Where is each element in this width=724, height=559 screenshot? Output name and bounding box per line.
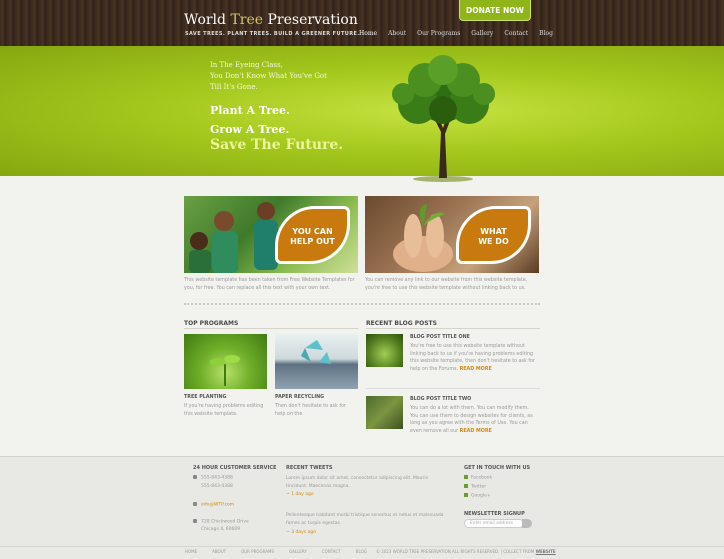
blog-rule [366,328,540,329]
programs-heading: TOP PROGRAMS [184,320,239,327]
badge-line: HELP OUT [290,237,335,246]
paper-recycling-image[interactable] [275,334,358,389]
badge-line: YOU CAN [292,227,333,236]
phone-number-2: 555-843-4388 [201,484,233,489]
google-plus-icon [464,493,468,497]
programs-rule [184,328,358,329]
feature-what-we-do-text: You can remove any link to our website f… [365,278,528,291]
social-link-facebook[interactable]: Facebook [464,475,492,481]
phone-icon [193,475,197,479]
hero-slogan-line: Plant A Tree. [210,104,290,117]
email-link[interactable]: info@WTP.com [201,503,234,508]
facebook-icon [464,475,468,479]
feature-what-we-do[interactable]: WHAT WE DO [365,196,539,273]
footer-nav: HOME ABOUT OUR PROGRAMS GALLERY CONTACT … [185,549,367,554]
tweet-text: Lorem ipsum dolor sit amet, consectetur … [286,476,428,489]
logo-word-tree: Tree [230,12,264,28]
tweet-date: ~ 1 day ago [286,492,314,497]
footer-nav-gallery[interactable]: GALLERY [289,549,307,554]
site-header: World Tree Preservation SAVE TREES. PLAN… [0,0,724,46]
copyright-label: © 2023 WORLD TREE PRESERVATION ALL RIGHT… [376,549,535,554]
nav-home[interactable]: Home [359,30,377,37]
tree-planting-image[interactable] [184,334,267,389]
location-icon [193,519,197,523]
social-label: Facebook [471,475,493,481]
hero-quote-line: In The Eyeing Class, [210,61,283,69]
nav-gallery[interactable]: Gallery [471,30,493,37]
newsletter-email-input[interactable]: Enter email address [464,519,524,528]
site-footer: 24 HOUR CUSTOMER SERVICE 555-843-4388 55… [0,456,724,559]
address-street: 728 Chickwood Drive [201,519,249,525]
social-label: Google+ [471,493,491,499]
get-in-touch-heading: GET IN TOUCH WITH US [464,465,531,471]
social-link-google[interactable]: Google+ [464,493,491,499]
recycle-icon [301,340,331,364]
hero-slogan: Plant A Tree. Grow A Tree. [210,101,290,139]
phone-line: 555-843-4388 [193,475,233,481]
newsletter-submit-button[interactable] [522,519,532,528]
mail-icon [193,502,197,506]
blog-post-excerpt: You're free to use this website template… [410,343,538,373]
hero-banner: In The Eyeing Class, You Don't Know What… [0,46,724,182]
program-text: If you're having problems editing this w… [184,404,264,417]
footer-nav-about[interactable]: ABOUT [212,549,226,554]
social-label: Twitter [471,484,487,490]
email-line: info@WTP.com [193,502,234,508]
program-text: Then don't hesitate to ask for help on t… [275,404,346,417]
social-link-twitter[interactable]: Twitter [464,484,486,490]
copyright-text: © 2023 WORLD TREE PRESERVATION ALL RIGHT… [376,549,556,554]
blog-separator [366,388,540,389]
nav-about[interactable]: About [388,30,406,37]
phone-number: 555-843-4388 [201,475,233,481]
program-title[interactable]: TREE PLANTING [184,395,227,400]
address-city: Chicago IL 60609 [201,527,241,532]
footer-nav-contact[interactable]: CONTACT [322,549,341,554]
nav-blog[interactable]: Blog [539,30,553,37]
site-logo[interactable]: World Tree Preservation [184,12,358,28]
footer-nav-home[interactable]: HOME [185,549,197,554]
donate-button[interactable]: DONATE NOW [459,0,531,21]
tweets-heading: RECENT TWEETS [286,465,333,471]
feature-help-out[interactable]: YOU CAN HELP OUT [184,196,358,273]
logo-word-world: World [184,12,231,28]
blog-heading: RECENT BLOG POSTS [366,320,437,327]
hero-quote-line: You Don't Know What You've Got [210,72,327,80]
blog-thumbnail[interactable] [366,396,403,429]
footer-nav-programs[interactable]: OUR PROGRAMS [241,549,274,554]
dotted-divider [184,303,540,305]
copyright-link[interactable]: WEBSITE [536,549,556,554]
program-title[interactable]: PAPER RECYCLING [275,395,324,400]
tweet-date: ~ 3 days ago [286,530,316,535]
sprout-graphic [210,355,240,386]
tweet-text: Pellentesque habitant morbi tristique se… [286,513,444,526]
tree-illustration [392,55,495,182]
read-more-link[interactable]: READ MORE [460,429,492,434]
feature-help-out-text: This website template has been taken fro… [184,278,355,291]
hero-quote: In The Eyeing Class, You Don't Know What… [210,60,327,93]
blog-post-title[interactable]: BLOG POST TITLE ONE [410,335,470,340]
read-more-link[interactable]: READ MORE [460,367,492,372]
hero-headline: Save The Future. [210,137,344,153]
twitter-icon [464,484,468,488]
footer-nav-blog[interactable]: BLOG [356,549,367,554]
hero-quote-line: Till It's Gone. [210,83,258,91]
blog-post-title[interactable]: BLOG POST TITLE TWO [410,397,471,402]
badge-line: WHAT [480,227,507,236]
blog-post-excerpt: You can do a lot with them. You can modi… [410,405,538,435]
nav-contact[interactable]: Contact [504,30,528,37]
customer-service-heading: 24 HOUR CUSTOMER SERVICE [193,465,277,471]
blog-thumbnail[interactable] [366,334,403,367]
newsletter-heading: NEWSLETTER SIGNUP [464,511,525,517]
site-tagline: SAVE TREES. PLANT TREES. BUILD A GREENER… [185,31,360,37]
main-nav: Home About Our Programs Gallery Contact … [359,30,553,37]
nav-our-programs[interactable]: Our Programs [417,30,460,37]
address-line: 728 Chickwood Drive [193,519,249,525]
badge-line: WE DO [478,237,509,246]
logo-word-preservation: Preservation [263,12,358,28]
